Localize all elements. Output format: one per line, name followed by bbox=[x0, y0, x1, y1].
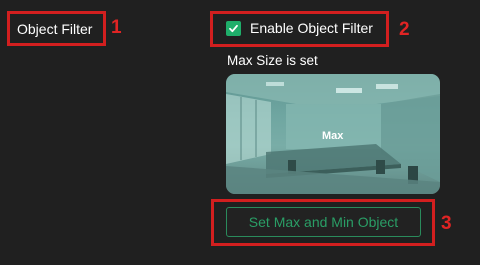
checkmark-icon bbox=[229, 24, 238, 32]
enable-object-filter-row[interactable]: Enable Object Filter bbox=[226, 20, 373, 36]
camera-preview[interactable]: Max bbox=[226, 74, 440, 194]
max-size-status: Max Size is set bbox=[227, 53, 318, 68]
set-max-min-object-button[interactable]: Set Max and Min Object bbox=[226, 207, 421, 237]
max-size-overlay-label: Max bbox=[322, 130, 344, 142]
annotation-number-2: 2 bbox=[399, 19, 410, 40]
section-title: Object Filter bbox=[17, 21, 93, 37]
annotation-number-3: 3 bbox=[441, 213, 452, 234]
enable-object-filter-label[interactable]: Enable Object Filter bbox=[250, 20, 373, 36]
annotation-number-1: 1 bbox=[111, 17, 122, 38]
enable-object-filter-checkbox[interactable] bbox=[226, 20, 241, 36]
